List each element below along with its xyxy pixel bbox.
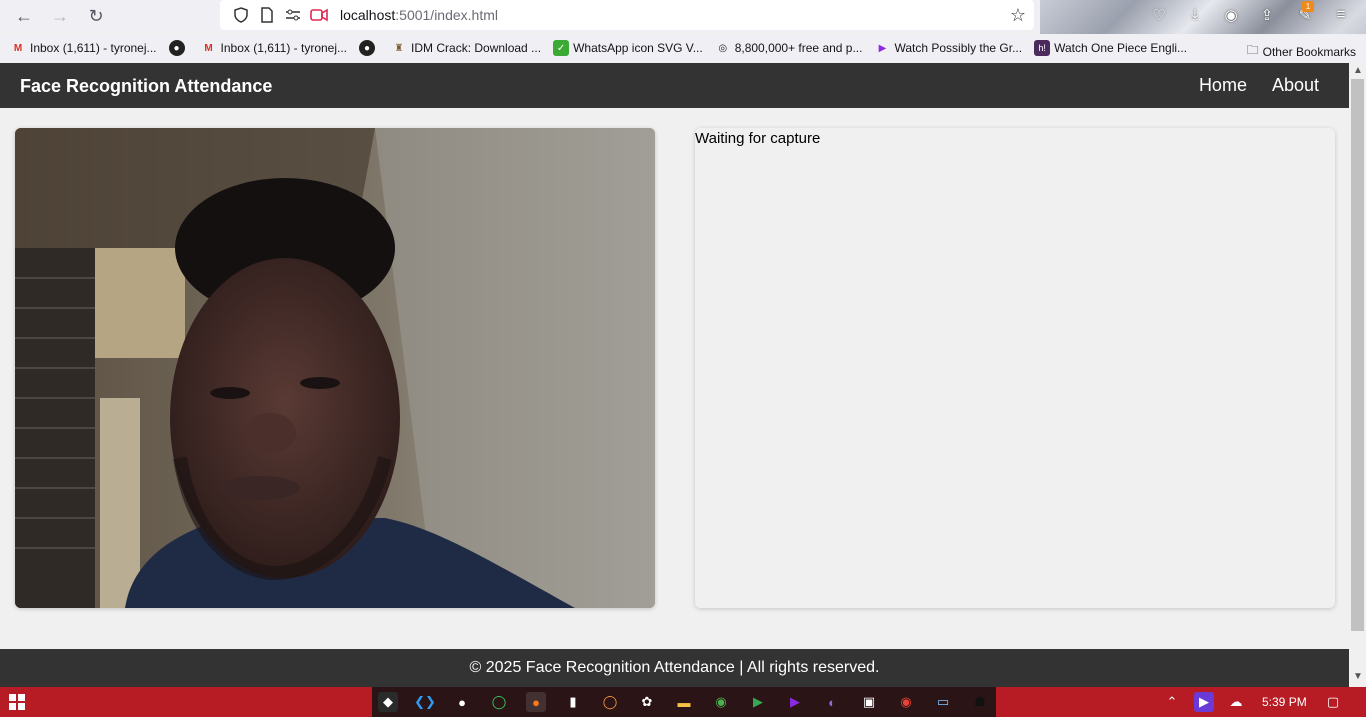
scroll-up-icon[interactable]: ▲ bbox=[1353, 65, 1363, 76]
camera-sharing-icon[interactable] bbox=[306, 4, 332, 26]
terminal-icon[interactable]: ▭ bbox=[933, 692, 953, 712]
shield-icon[interactable] bbox=[228, 4, 254, 26]
whatsapp-icon: ✓ bbox=[553, 40, 570, 56]
account-icon[interactable]: ◉ bbox=[1220, 6, 1242, 26]
bookmark-label: Watch Possibly the Gr... bbox=[894, 41, 1023, 55]
zoom-icon[interactable]: ▶ bbox=[1194, 692, 1214, 712]
nav-home-link[interactable]: Home bbox=[1199, 75, 1247, 96]
site-nav: Home About bbox=[1199, 75, 1319, 96]
bookmark-label: 8,800,000+ free and p... bbox=[734, 41, 863, 55]
onedrive-icon[interactable]: ☁ bbox=[1226, 692, 1246, 712]
pixabay-icon: ◎ bbox=[718, 42, 728, 54]
back-arrow-icon[interactable]: ← bbox=[6, 2, 42, 30]
game-app-icon[interactable]: ☗ bbox=[970, 692, 990, 712]
bookmark-label: Inbox (1,611) - tyronej... bbox=[30, 41, 157, 55]
bookmark-item[interactable]: ✓ WhatsApp icon SVG V... bbox=[553, 40, 703, 56]
site-title: Face Recognition Attendance bbox=[20, 76, 273, 96]
bookmark-label: WhatsApp icon SVG V... bbox=[573, 41, 703, 55]
share-icon[interactable]: ⇪ bbox=[1256, 6, 1278, 26]
scroll-down-icon[interactable]: ▼ bbox=[1353, 671, 1363, 682]
bookmark-item[interactable]: ◎ 8,800,000+ free and p... bbox=[715, 40, 863, 56]
scroll-thumb[interactable] bbox=[1351, 79, 1364, 631]
play-store-icon[interactable]: ▶ bbox=[748, 692, 768, 712]
webcam-video-frame bbox=[15, 128, 655, 608]
camera-feed bbox=[15, 128, 655, 608]
bookmark-item[interactable]: ● bbox=[168, 40, 189, 56]
page-icon[interactable] bbox=[254, 4, 280, 26]
bookmark-item[interactable]: M Inbox (1,611) - tyronej... bbox=[10, 40, 157, 56]
site-header: Face Recognition Attendance Home About bbox=[0, 63, 1349, 108]
download-icon[interactable]: ⤓ bbox=[1184, 6, 1206, 26]
menu-icon[interactable]: ≡ bbox=[1330, 6, 1352, 26]
notifications-icon[interactable]: ▢ bbox=[1323, 692, 1343, 712]
github-icon[interactable]: ● bbox=[452, 692, 472, 712]
gmail-icon: M bbox=[13, 42, 23, 54]
other-bookmarks-label: Other Bookmarks bbox=[1262, 44, 1356, 59]
bookmarks-bar: M Inbox (1,611) - tyronej... ● M Inbox (… bbox=[0, 34, 1366, 62]
permissions-icon[interactable] bbox=[280, 4, 306, 26]
chatgpt-icon[interactable]: ✿ bbox=[637, 692, 657, 712]
firefox-icon[interactable]: ● bbox=[526, 692, 546, 712]
windows-taskbar: ◆ ❮❯ ● ◯ ● ▮ ◯ ✿ ▬ ◉ ▶ ▶ ◐ ▣ ◉ ▭ ☗ ⌃ ▶ ☁… bbox=[0, 687, 1366, 717]
hianime-icon: h! bbox=[1034, 40, 1051, 56]
folder-icon: 🗀 bbox=[1246, 43, 1259, 57]
page-scrollbar[interactable]: ▲ ▼ bbox=[1349, 63, 1366, 687]
idm-icon: ♜ bbox=[394, 42, 404, 54]
other-bookmarks[interactable]: 🗀 Other Bookmarks bbox=[1247, 41, 1356, 62]
whatsapp-taskbar-icon[interactable]: ◯ bbox=[489, 692, 509, 712]
gmail-icon: M bbox=[204, 42, 213, 54]
pocket-icon[interactable]: ♡ bbox=[1148, 6, 1170, 26]
bookmark-star-icon[interactable]: ☆ bbox=[1010, 5, 1026, 26]
window-app-icon[interactable]: ▣ bbox=[859, 692, 879, 712]
bookmark-label: IDM Crack: Download ... bbox=[411, 41, 542, 55]
incognito-icon[interactable]: ◐ bbox=[822, 692, 842, 712]
url-text[interactable]: localhost:5001/index.html bbox=[340, 7, 498, 23]
tray-chevron-icon[interactable]: ⌃ bbox=[1162, 692, 1182, 712]
url-path: :5001/index.html bbox=[395, 7, 498, 23]
clock-time[interactable]: 5:39 PM bbox=[1262, 695, 1307, 709]
vscode-icon[interactable]: ❮❯ bbox=[414, 692, 436, 712]
result-panel: Waiting for capture bbox=[695, 128, 1335, 608]
notepad-icon[interactable]: ▮ bbox=[563, 692, 583, 712]
bookmark-item[interactable]: M Inbox (1,611) - tyronej... bbox=[201, 40, 348, 56]
figma-icon[interactable]: ◆ bbox=[378, 692, 398, 712]
bookmark-item[interactable]: ▶ Watch Possibly the Gr... bbox=[874, 40, 1022, 56]
play-icon: ▶ bbox=[878, 42, 887, 54]
chrome-alt-icon[interactable]: ◉ bbox=[896, 692, 916, 712]
circle-app-icon[interactable]: ◯ bbox=[600, 692, 620, 712]
capture-status: Waiting for capture bbox=[695, 130, 821, 147]
bookmark-item[interactable]: ♜ IDM Crack: Download ... bbox=[391, 40, 542, 56]
chrome-icon[interactable]: ◉ bbox=[711, 692, 731, 712]
bookmark-label: Watch One Piece Engli... bbox=[1054, 41, 1188, 55]
file-explorer-icon[interactable]: ▬ bbox=[674, 692, 694, 712]
obs-icon: ● bbox=[359, 40, 376, 56]
url-host: localhost bbox=[340, 7, 396, 23]
extension-badge: 1 bbox=[1302, 1, 1314, 12]
media-player-icon[interactable]: ▶ bbox=[785, 692, 805, 712]
site-footer: © 2025 Face Recognition Attendance | All… bbox=[0, 649, 1349, 687]
obs-icon: ● bbox=[168, 40, 185, 56]
bookmark-item[interactable]: h! Watch One Piece Engli... bbox=[1034, 40, 1187, 56]
footer-text: © 2025 Face Recognition Attendance | All… bbox=[469, 659, 880, 676]
bookmark-item[interactable]: ● bbox=[359, 40, 379, 56]
forward-arrow-icon[interactable]: → bbox=[42, 2, 78, 30]
nav-about-link[interactable]: About bbox=[1272, 75, 1319, 96]
address-bar[interactable]: localhost:5001/index.html ☆ bbox=[220, 0, 1034, 30]
reload-icon[interactable]: ↻ bbox=[78, 2, 114, 30]
windows-start-icon[interactable] bbox=[9, 694, 25, 715]
bookmark-label: Inbox (1,611) - tyronej... bbox=[220, 41, 348, 55]
